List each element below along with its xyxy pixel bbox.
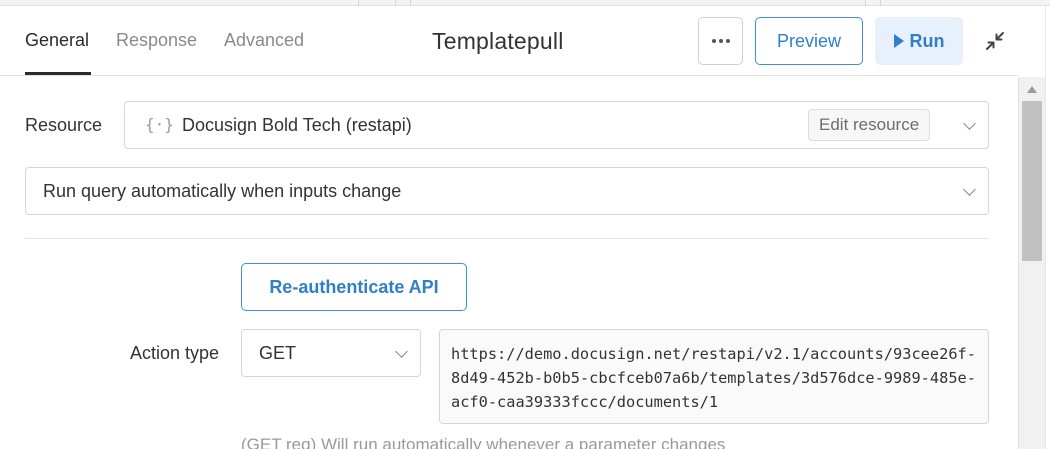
right-edge-panel	[1045, 6, 1050, 449]
edit-resource-button[interactable]: Edit resource	[808, 109, 931, 141]
ellipsis-icon	[725, 39, 730, 43]
tab-general[interactable]: General	[25, 30, 89, 51]
run-button[interactable]: Run	[875, 17, 963, 65]
resource-select[interactable]: {·} Docusign Bold Tech (restapi) Edit re…	[124, 101, 989, 149]
http-method-value: GET	[259, 343, 297, 363]
chevron-down-icon	[963, 183, 976, 196]
resource-label: Resource	[25, 115, 103, 135]
run-trigger-value: Run query automatically when inputs chan…	[43, 181, 402, 201]
general-tab-content: Resource {·} Docusign Bold Tech (restapi…	[0, 77, 1018, 449]
api-braces-icon: {·}	[145, 115, 174, 134]
scroll-up-arrow-icon[interactable]	[1027, 86, 1037, 93]
more-options-button[interactable]	[698, 17, 743, 65]
tab-advanced[interactable]: Advanced	[224, 30, 304, 51]
tab-response[interactable]: Response	[116, 30, 197, 51]
query-editor-header: General Response Advanced Templatepull P…	[0, 6, 1018, 76]
reauthenticate-api-button[interactable]: Re-authenticate API	[241, 263, 467, 311]
run-button-label: Run	[909, 30, 945, 51]
collapse-arrows-icon[interactable]	[982, 28, 1008, 54]
scrollbar-thumb[interactable]	[1022, 101, 1042, 261]
chevron-down-icon	[963, 117, 976, 130]
reauthenticate-label: Re-authenticate API	[269, 276, 439, 297]
ellipsis-icon	[711, 39, 716, 43]
action-type-label: Action type	[130, 343, 220, 363]
preview-button[interactable]: Preview	[755, 17, 863, 65]
query-title[interactable]: Templatepull	[432, 28, 564, 55]
resource-name: Docusign Bold Tech (restapi)	[182, 115, 412, 135]
run-trigger-select[interactable]: Run query automatically when inputs chan…	[25, 167, 989, 215]
ellipsis-icon	[718, 39, 723, 43]
play-icon	[893, 34, 904, 48]
url-input[interactable]: https://demo.docusign.net/restapi/v2.1/a…	[439, 329, 989, 424]
run-hint-text: (GET req) Will run automatically wheneve…	[241, 435, 726, 449]
section-divider	[25, 238, 989, 239]
http-method-select[interactable]: GET	[241, 329, 421, 377]
preview-button-label: Preview	[776, 30, 842, 51]
chevron-down-icon	[395, 345, 408, 358]
active-tab-indicator	[25, 72, 91, 75]
